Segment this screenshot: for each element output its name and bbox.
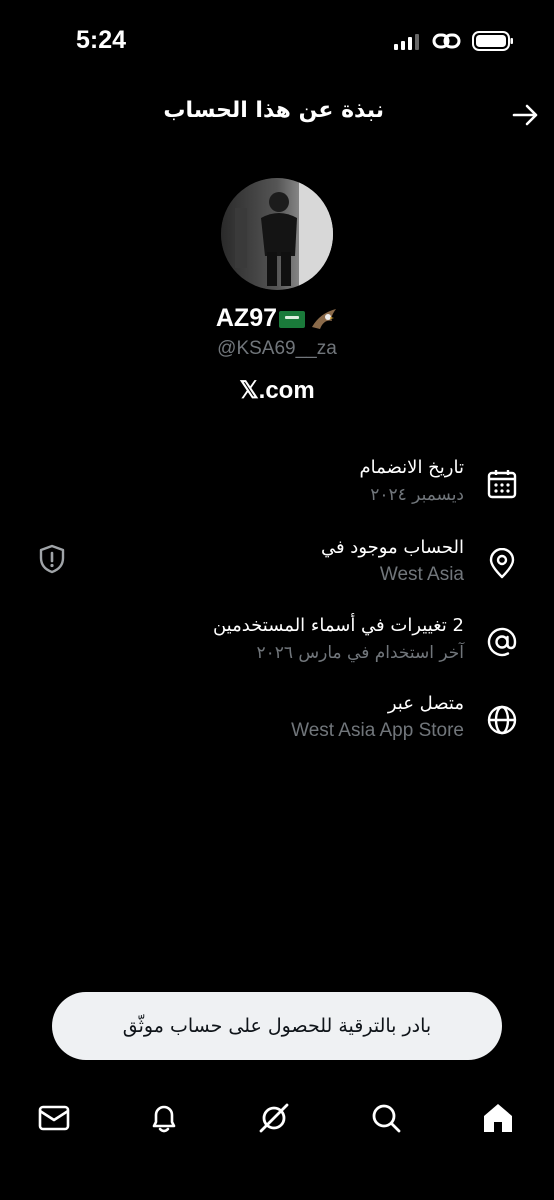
- globe-icon: [487, 705, 517, 735]
- display-name-row: AZ97: [0, 304, 554, 335]
- saudi-flag-icon: [279, 311, 306, 328]
- upgrade-verified-button[interactable]: بادر بالترقية للحصول على حساب موثّق: [52, 992, 502, 1060]
- shield-alert-icon[interactable]: [38, 544, 66, 574]
- info-subtitle: West Asia App Store: [291, 720, 464, 741]
- info-title: تاريخ الانضمام: [359, 457, 464, 478]
- link-icon: [432, 33, 461, 49]
- back-arrow-icon[interactable]: [510, 100, 540, 130]
- mail-icon[interactable]: [36, 1100, 72, 1136]
- header: نبذة عن هذا الحساب: [0, 90, 554, 140]
- at-sign-icon: [487, 627, 517, 657]
- display-name: AZ97: [215, 304, 278, 332]
- page-title: نبذة عن هذا الحساب: [163, 98, 384, 123]
- info-row-username-changes: 2 تغييرات في أسماء المستخدمين آخر استخدا…: [0, 612, 554, 682]
- signal-icon: [394, 34, 419, 50]
- x-site-link[interactable]: 𝕏.com: [0, 376, 554, 405]
- bottom-nav: [0, 1090, 554, 1150]
- calendar-icon: [487, 470, 517, 499]
- grok-icon[interactable]: [256, 1100, 292, 1136]
- home-icon[interactable]: [480, 1100, 516, 1136]
- status-bar: 5:24: [0, 0, 554, 84]
- status-time: 5:24: [76, 26, 127, 54]
- upgrade-label: بادر بالترقية للحصول على حساب موثّق: [122, 1015, 432, 1037]
- battery-icon: [472, 31, 513, 51]
- info-title: متصل عبر: [387, 693, 464, 714]
- search-icon[interactable]: [368, 1100, 404, 1136]
- location-pin-icon: [489, 548, 515, 579]
- info-subtitle: آخر استخدام في مارس ٢٠٢٦: [256, 643, 464, 663]
- info-title: 2 تغييرات في أسماء المستخدمين: [212, 615, 464, 636]
- info-row-join-date: تاريخ الانضمام ديسمبر ٢٠٢٤: [0, 454, 554, 524]
- info-row-location: الحساب موجود في West Asia: [0, 534, 554, 604]
- avatar[interactable]: [221, 178, 333, 290]
- handle: @KSA69__za: [217, 338, 337, 359]
- eagle-icon: [312, 308, 337, 329]
- info-title: الحساب موجود في: [320, 537, 464, 558]
- info-subtitle: ديسمبر ٢٠٢٤: [370, 485, 464, 505]
- bell-icon[interactable]: [146, 1100, 182, 1136]
- info-row-connected-via: متصل عبر West Asia App Store: [0, 690, 554, 760]
- info-subtitle: West Asia: [379, 564, 464, 585]
